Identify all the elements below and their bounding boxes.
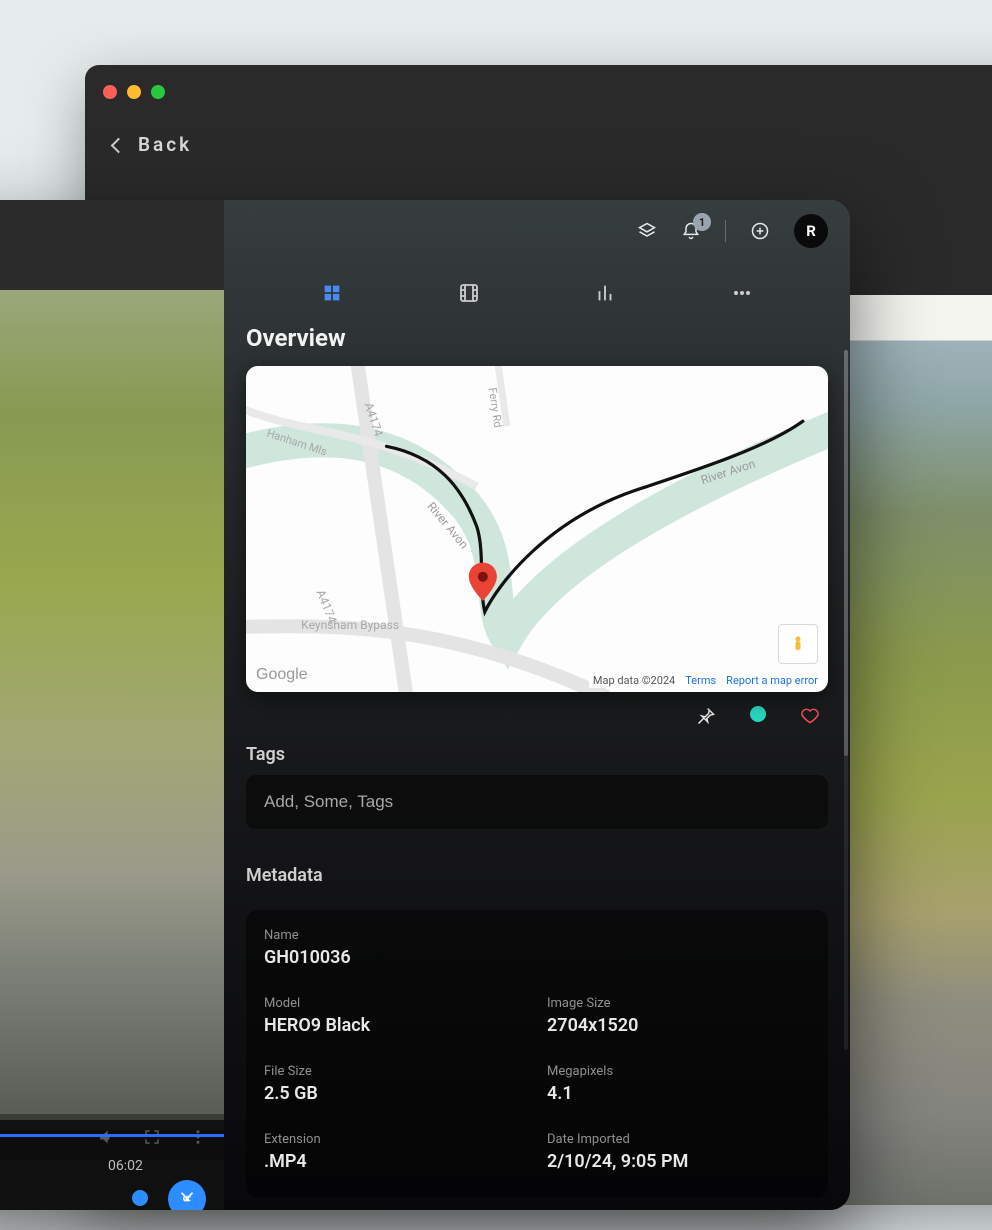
meta-date-imported-label: Date Imported xyxy=(547,1132,810,1147)
map-road-label: Keynsham Bypass xyxy=(301,618,399,632)
meta-megapixels-label: Megapixels xyxy=(547,1064,810,1079)
timeline-progress[interactable] xyxy=(0,1134,224,1137)
window-traffic-lights xyxy=(103,85,165,99)
film-icon xyxy=(457,281,481,305)
pin-icon[interactable] xyxy=(696,706,716,726)
map-report-link[interactable]: Report a map error xyxy=(726,674,818,687)
meta-megapixels-value: 4.1 xyxy=(547,1083,810,1104)
back-button[interactable]: Back xyxy=(113,133,192,156)
video-timeline[interactable]: 06:02 xyxy=(0,1130,224,1210)
meta-date-imported: Date Imported 2/10/24, 9:05 PM xyxy=(547,1132,810,1172)
window-close-button[interactable] xyxy=(103,85,117,99)
map-logo: Google xyxy=(256,666,308,684)
tab-stats[interactable] xyxy=(590,278,620,308)
meta-file-size-value: 2.5 GB xyxy=(264,1083,527,1104)
meta-name: Name GH010036 xyxy=(264,928,810,986)
timeline-marker[interactable] xyxy=(132,1190,148,1206)
map-canvas: A4174 A4174 Hanham Mls Ferry Rd Keynsham… xyxy=(246,366,828,692)
tab-overview[interactable] xyxy=(317,278,347,308)
window-maximize-button[interactable] xyxy=(151,85,165,99)
back-toolbar: Back xyxy=(85,105,992,183)
panel-tabs xyxy=(224,262,850,324)
video-frame[interactable] xyxy=(0,290,224,1120)
meta-image-size-label: Image Size xyxy=(547,996,810,1011)
quick-actions xyxy=(224,692,850,734)
color-tag-dot[interactable] xyxy=(750,706,766,722)
divider xyxy=(725,220,726,242)
tab-clip[interactable] xyxy=(454,278,484,308)
metadata-card: Name GH010036 Model HERO9 Black Image Si… xyxy=(246,910,828,1198)
panel-scrollbar[interactable] xyxy=(844,350,848,1050)
meta-extension-value: .MP4 xyxy=(264,1151,527,1172)
meta-extension-label: Extension xyxy=(264,1132,527,1147)
heart-icon[interactable] xyxy=(800,706,820,726)
overview-title: Overview xyxy=(224,324,850,366)
inspector-panel: 1 R Overview xyxy=(224,200,850,1210)
timeline-time: 06:02 xyxy=(108,1158,143,1174)
meta-model-label: Model xyxy=(264,996,527,1011)
notification-badge: 1 xyxy=(693,213,711,231)
bars-icon xyxy=(594,282,616,304)
avatar[interactable]: R xyxy=(794,214,828,248)
meta-model-value: HERO9 Black xyxy=(264,1015,527,1036)
meta-model: Model HERO9 Black xyxy=(264,996,527,1036)
meta-extension: Extension .MP4 xyxy=(264,1132,527,1172)
tags-input-wrapper[interactable] xyxy=(246,775,828,829)
notifications-icon[interactable]: 1 xyxy=(681,221,701,241)
map-preview[interactable]: A4174 A4174 Hanham Mls Ferry Rd Keynsham… xyxy=(246,366,828,692)
chevron-left-icon xyxy=(113,133,124,156)
tags-input[interactable] xyxy=(264,792,810,812)
cut-button[interactable] xyxy=(168,1180,206,1210)
layers-icon[interactable] xyxy=(637,221,657,241)
back-label: Back xyxy=(138,133,192,156)
add-icon[interactable] xyxy=(750,221,770,241)
meta-image-size: Image Size 2704x1520 xyxy=(547,996,810,1036)
pegman-button[interactable] xyxy=(778,624,818,664)
map-terms-link[interactable]: Terms xyxy=(685,674,716,687)
more-icon xyxy=(730,281,754,305)
meta-image-size-value: 2704x1520 xyxy=(547,1015,810,1036)
panel-top-actions: 1 R xyxy=(224,200,850,262)
meta-file-size: File Size 2.5 GB xyxy=(264,1064,527,1104)
meta-name-value: GH010036 xyxy=(264,947,810,968)
meta-name-label: Name xyxy=(264,928,810,943)
tags-heading: Tags xyxy=(224,734,850,775)
avatar-initial: R xyxy=(806,222,816,240)
window-minimize-button[interactable] xyxy=(127,85,141,99)
video-title-area xyxy=(0,200,224,290)
meta-megapixels: Megapixels 4.1 xyxy=(547,1064,810,1104)
tab-more[interactable] xyxy=(727,278,757,308)
map-attribution: Map data ©2024 Terms Report a map error xyxy=(589,673,822,688)
map-data-label: Map data ©2024 xyxy=(593,674,675,687)
meta-file-size-label: File Size xyxy=(264,1064,527,1079)
grid-icon xyxy=(321,282,343,304)
inspector-window: 06:02 1 R xyxy=(0,200,850,1210)
metadata-heading: Metadata xyxy=(224,855,850,896)
meta-date-imported-value: 2/10/24, 9:05 PM xyxy=(547,1151,810,1172)
